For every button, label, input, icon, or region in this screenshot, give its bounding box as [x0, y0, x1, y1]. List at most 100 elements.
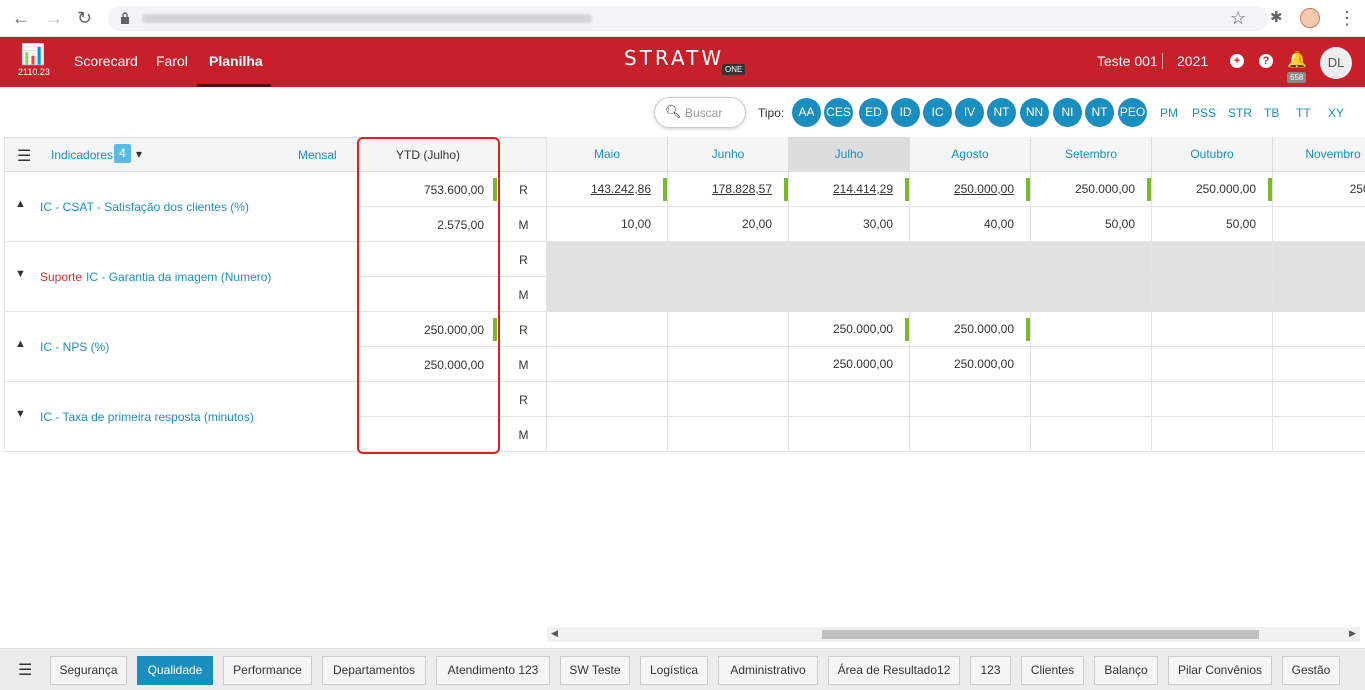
indicator-name[interactable]: Suporte IC - Garantia da imagem (Numero): [40, 270, 350, 284]
extensions-icon[interactable]: ✱: [1270, 8, 1283, 28]
collapse-arrow-icon[interactable]: ▲: [15, 338, 26, 350]
tab-10[interactable]: Clientes: [1021, 656, 1084, 685]
year-selector[interactable]: 2021: [1177, 53, 1208, 69]
data-cell[interactable]: 250.000,00: [1031, 172, 1152, 207]
search-input[interactable]: 🔍︎ Buscar: [654, 97, 746, 128]
data-cell[interactable]: [1273, 242, 1365, 277]
tipo-filter-str[interactable]: STR: [1228, 106, 1252, 120]
data-cell[interactable]: [547, 312, 668, 347]
data-cell[interactable]: 50,00: [1152, 207, 1273, 242]
data-cell[interactable]: [668, 417, 789, 452]
tipo-filter-ed[interactable]: ED: [859, 98, 888, 127]
data-cell[interactable]: [789, 417, 910, 452]
data-cell[interactable]: [789, 242, 910, 277]
plus-icon[interactable]: +: [1230, 54, 1244, 68]
tipo-filter-pm[interactable]: PM: [1160, 106, 1178, 120]
data-cell[interactable]: 40,00: [910, 207, 1031, 242]
tipo-filter-nt[interactable]: NT: [1085, 98, 1114, 127]
data-cell[interactable]: 30,00: [789, 207, 910, 242]
indicadores-label[interactable]: Indicadores: [51, 148, 113, 162]
tipo-filter-ni[interactable]: NI: [1053, 98, 1082, 127]
data-cell[interactable]: 250.000,00: [910, 347, 1031, 382]
data-cell[interactable]: [1152, 347, 1273, 382]
data-cell[interactable]: [1152, 242, 1273, 277]
data-cell[interactable]: [547, 417, 668, 452]
tab-0[interactable]: Segurança: [50, 656, 127, 685]
period-selector[interactable]: Mensal: [298, 148, 337, 162]
tab-9[interactable]: 123: [970, 656, 1011, 685]
tipo-filter-tb[interactable]: TB: [1264, 106, 1279, 120]
tab-6[interactable]: Logística: [640, 656, 708, 685]
data-cell[interactable]: 178.828,57: [668, 172, 789, 207]
tab-4[interactable]: Atendimento 123: [436, 656, 550, 685]
data-cell[interactable]: 214.414,29: [789, 172, 910, 207]
data-cell[interactable]: [910, 417, 1031, 452]
data-cell[interactable]: [1031, 277, 1152, 312]
data-cell[interactable]: 143.242,86: [547, 172, 668, 207]
data-cell[interactable]: [1031, 312, 1152, 347]
tab-1[interactable]: Qualidade: [137, 656, 213, 685]
tab-11[interactable]: Balanço: [1094, 656, 1158, 685]
month-header[interactable]: Junho: [668, 137, 789, 172]
tab-8[interactable]: Área de Resultado12: [828, 656, 960, 685]
tipo-filter-tt[interactable]: TT: [1296, 106, 1311, 120]
data-cell[interactable]: [1273, 382, 1365, 417]
data-cell[interactable]: [547, 347, 668, 382]
tab-7[interactable]: Administrativo: [718, 656, 818, 685]
expand-arrow-icon[interactable]: ▼: [15, 408, 26, 420]
help-icon[interactable]: ?: [1259, 54, 1273, 68]
data-cell[interactable]: [1152, 277, 1273, 312]
arrow-left-icon[interactable]: ←: [12, 8, 30, 28]
caret-down-icon[interactable]: ▾: [136, 147, 142, 161]
tab-2[interactable]: Performance: [223, 656, 312, 685]
tab-12[interactable]: Pilar Convênios: [1168, 656, 1272, 685]
data-cell[interactable]: [668, 382, 789, 417]
project-selector[interactable]: Teste 001: [1097, 53, 1158, 69]
scrollbar-thumb[interactable]: [822, 630, 1259, 639]
nav-scorecard[interactable]: Scorecard: [74, 53, 138, 69]
hamburger-menu-icon[interactable]: ☰: [17, 146, 31, 166]
tipo-filter-iv[interactable]: IV: [955, 98, 984, 127]
tipo-filter-nt[interactable]: NT: [987, 98, 1016, 127]
nav-farol[interactable]: Farol: [156, 53, 188, 69]
scroll-right-icon[interactable]: ▶: [1349, 628, 1356, 639]
address-bar[interactable]: [108, 6, 1268, 31]
data-cell[interactable]: [668, 347, 789, 382]
data-cell[interactable]: [789, 277, 910, 312]
data-cell[interactable]: 250.000,00: [910, 312, 1031, 347]
data-cell[interactable]: 250.000,00: [789, 312, 910, 347]
arrow-right-icon[interactable]: →: [45, 8, 63, 28]
data-cell[interactable]: 250.000,00: [1152, 172, 1273, 207]
profile-avatar[interactable]: [1300, 8, 1320, 28]
data-cell[interactable]: [910, 382, 1031, 417]
data-cell[interactable]: 250.000,00: [789, 347, 910, 382]
data-cell[interactable]: [1031, 417, 1152, 452]
data-cell[interactable]: [1152, 417, 1273, 452]
month-header[interactable]: Outubro: [1152, 137, 1273, 172]
tab-5[interactable]: SW Teste: [560, 656, 630, 685]
data-cell[interactable]: 10,00: [547, 207, 668, 242]
menu-dots-icon[interactable]: ⋮: [1338, 8, 1356, 28]
tab-13[interactable]: Gestão: [1282, 656, 1340, 685]
scroll-left-icon[interactable]: ◀: [551, 628, 558, 639]
data-cell[interactable]: [547, 277, 668, 312]
data-cell[interactable]: [547, 382, 668, 417]
user-avatar[interactable]: DL: [1320, 47, 1352, 79]
data-cell[interactable]: 50,00: [1031, 207, 1152, 242]
data-cell[interactable]: [668, 277, 789, 312]
data-cell[interactable]: 20,00: [668, 207, 789, 242]
indicator-name[interactable]: IC - NPS (%): [40, 340, 350, 354]
data-cell[interactable]: [668, 312, 789, 347]
hamburger-menu-icon[interactable]: ☰: [18, 660, 32, 680]
data-cell[interactable]: [1273, 347, 1365, 382]
reload-icon[interactable]: ↻: [77, 8, 92, 28]
data-cell[interactable]: 50: [1273, 207, 1365, 242]
data-cell[interactable]: [910, 242, 1031, 277]
data-cell[interactable]: [1031, 347, 1152, 382]
data-cell[interactable]: [668, 242, 789, 277]
data-cell[interactable]: [1273, 312, 1365, 347]
data-cell[interactable]: 250.000,00: [910, 172, 1031, 207]
tipo-filter-ic[interactable]: IC: [923, 98, 952, 127]
expand-arrow-icon[interactable]: ▼: [15, 268, 26, 280]
data-cell[interactable]: [1152, 382, 1273, 417]
